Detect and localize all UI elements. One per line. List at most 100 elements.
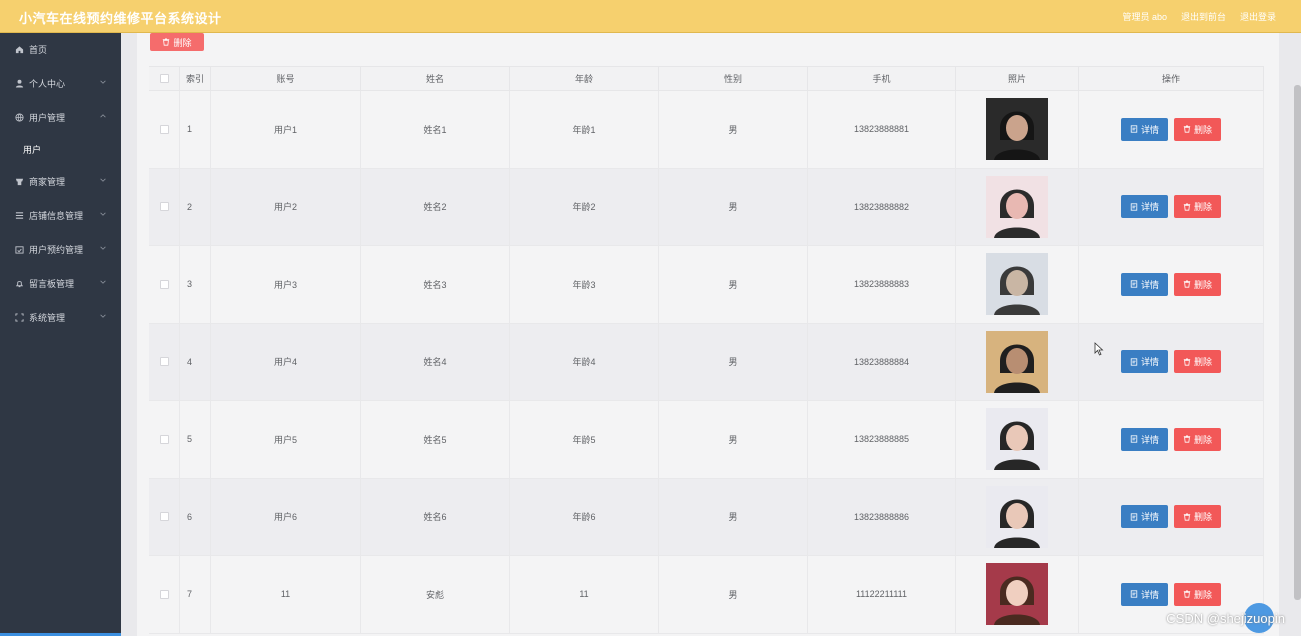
row-checkbox[interactable] [159,124,169,134]
cell-gender: 男 [659,91,808,168]
delete-button[interactable]: 删除 [1174,195,1221,219]
row-select-cell[interactable] [149,478,180,555]
chevron-down-icon [100,314,106,318]
cell-age: 年龄6 [510,478,659,555]
sidebar-item-personal[interactable]: 个人中心 [0,66,121,100]
row-select-cell[interactable] [149,91,180,168]
delete-button[interactable]: 删除 [1174,350,1221,374]
cell-actions: 详情 删除 [1079,323,1264,400]
detail-label: 详情 [1140,357,1159,368]
select-all-checkbox[interactable] [159,74,169,83]
detail-button[interactable]: 详情 [1121,582,1168,606]
row-checkbox[interactable] [159,279,169,289]
sidebar-item-message-board[interactable]: 留言板管理 [0,266,121,300]
cell-actions: 详情 删除 [1079,478,1264,555]
header-account: 账号 [211,67,361,90]
sidebar-subitem-users[interactable]: 用户 [0,134,121,164]
table-row: 1 用户1 姓名1 年龄1 男 13823888881 详情 删除 [149,91,1264,169]
row-checkbox[interactable] [159,589,169,599]
batch-delete-button[interactable]: 删除 [150,33,204,51]
vertical-scrollbar[interactable] [1294,85,1301,600]
cell-actions: 详情 删除 [1079,168,1264,245]
sidebar-item-user-management[interactable]: 用户管理 [0,100,121,134]
sidebar-item-home[interactable]: 首页 [0,33,121,66]
cell-account: 用户1 [211,91,361,168]
delete-button[interactable]: 删除 [1174,582,1221,606]
watermark: CSDN @shejizuopin [1166,611,1285,626]
delete-button[interactable]: 删除 [1174,117,1221,141]
delete-button[interactable]: 删除 [1174,272,1221,296]
sidebar-item-shop-info[interactable]: 店铺信息管理 [0,198,121,232]
row-select-cell[interactable] [149,401,180,478]
cell-name: 姓名3 [361,246,510,323]
row-select-cell[interactable] [149,168,180,245]
row-select-cell[interactable] [149,323,180,400]
user-photo[interactable] [986,330,1048,393]
sidebar-item-label: 用户预约管理 [29,244,84,255]
detail-label: 详情 [1140,589,1159,600]
chevron-down-icon [100,178,106,182]
detail-label: 详情 [1140,279,1159,290]
row-select-cell[interactable] [149,246,180,323]
delete-label: 删除 [1193,124,1212,135]
user-photo[interactable] [986,253,1048,316]
cell-phone: 13823888881 [808,91,956,168]
row-checkbox[interactable] [159,512,169,522]
sidebar-item-system[interactable]: 系统管理 [0,300,121,334]
delete-button[interactable]: 删除 [1174,427,1221,451]
detail-label: 详情 [1140,124,1159,135]
row-checkbox[interactable] [159,357,169,367]
detail-button[interactable]: 详情 [1121,427,1168,451]
trash-icon [1183,358,1191,366]
row-select-cell[interactable] [149,556,180,633]
cell-phone: 11122211111 [808,556,956,633]
cell-photo [956,401,1079,478]
detail-button[interactable]: 详情 [1121,195,1168,219]
document-icon [1130,435,1138,443]
cell-name: 姓名6 [361,478,510,555]
cell-phone: 13823888882 [808,168,956,245]
cell-index: 7 [180,556,211,633]
cell-account: 用户4 [211,323,361,400]
delete-label: 删除 [1193,589,1212,600]
trash-icon [1183,125,1191,133]
cell-index: 5 [180,401,211,478]
cell-actions: 详情 删除 [1079,91,1264,168]
calendar-icon [14,245,24,254]
cell-phone: 13823888886 [808,478,956,555]
top-right-actions: 管理员 abo 退出到前台 退出登录 [1122,10,1276,23]
user-photo[interactable] [986,563,1048,626]
user-photo[interactable] [986,408,1048,471]
detail-button[interactable]: 详情 [1121,272,1168,296]
sidebar-item-reservation[interactable]: 用户预约管理 [0,232,121,266]
header-select-all[interactable] [149,67,180,90]
cell-photo [956,168,1079,245]
user-photo[interactable] [986,485,1048,548]
chevron-down-icon [100,212,106,216]
document-icon [1130,513,1138,521]
user-photo[interactable] [986,98,1048,161]
cell-age: 11 [510,556,659,633]
cell-age: 年龄2 [510,168,659,245]
cell-account: 用户5 [211,401,361,478]
sidebar-item-merchant[interactable]: 商家管理 [0,164,121,198]
chevron-down-icon [100,80,106,84]
cell-account: 11 [211,556,361,633]
cell-gender: 男 [659,401,808,478]
header-phone: 手机 [808,67,956,90]
delete-button[interactable]: 删除 [1174,505,1221,529]
logout-link[interactable]: 退出登录 [1240,10,1276,23]
table-row: 5 用户5 姓名5 年龄5 男 13823888885 详情 删除 [149,401,1264,479]
cell-name: 姓名4 [361,323,510,400]
row-checkbox[interactable] [159,434,169,444]
detail-button[interactable]: 详情 [1121,505,1168,529]
detail-button[interactable]: 详情 [1121,350,1168,374]
row-checkbox[interactable] [159,202,169,212]
detail-button[interactable]: 详情 [1121,117,1168,141]
trash-icon [1183,203,1191,211]
cell-account: 用户6 [211,478,361,555]
back-to-front-link[interactable]: 退出到前台 [1181,10,1226,23]
user-photo[interactable] [986,175,1048,238]
sidebar-item-label: 首页 [29,45,48,55]
mouse-cursor-icon [1094,342,1104,356]
